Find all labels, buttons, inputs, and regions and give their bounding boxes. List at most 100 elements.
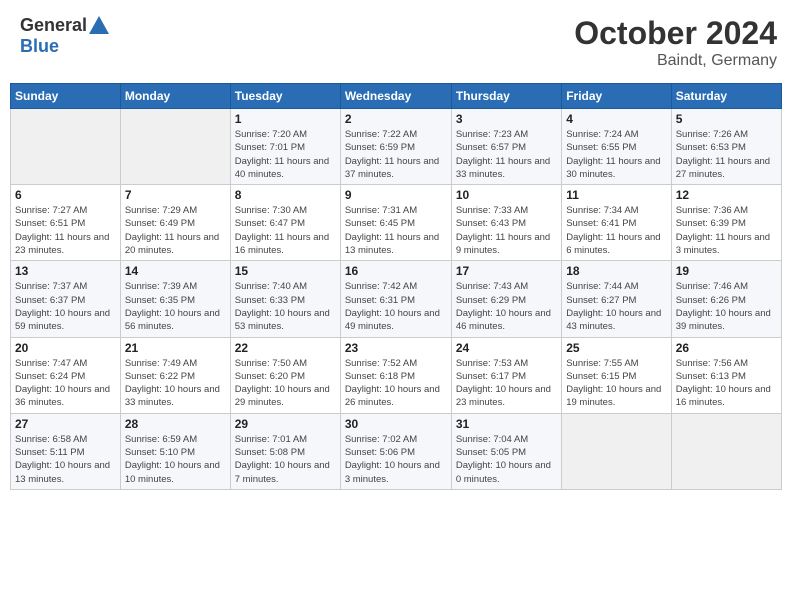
calendar-day-cell: 23 Sunrise: 7:52 AM Sunset: 6:18 PM Dayli… bbox=[340, 337, 451, 413]
calendar-day-cell: 24Sunrise: 7:53 AM Sunset: 6:17 PM Dayli… bbox=[451, 337, 561, 413]
day-number: 31 bbox=[456, 417, 557, 431]
day-info: Sunrise: 7:20 AM Sunset: 7:01 PM Dayligh… bbox=[235, 128, 336, 181]
day-info: Sunrise: 7:24 AM Sunset: 6:55 PM Dayligh… bbox=[566, 128, 666, 181]
day-number: 19 bbox=[676, 264, 777, 278]
day-number: 20 bbox=[15, 341, 116, 355]
day-info: Sunrise: 7:22 AM Sunset: 6:59 PM Dayligh… bbox=[345, 128, 447, 181]
day-number: 7 bbox=[125, 188, 226, 202]
calendar-day-cell: 25 Sunrise: 7:55 AM Sunset: 6:15 PM Dayli… bbox=[562, 337, 671, 413]
day-info: Sunrise: 7:29 AM Sunset: 6:49 PM Dayligh… bbox=[125, 204, 226, 257]
day-number: 18 bbox=[566, 264, 666, 278]
day-number: 22 bbox=[235, 341, 336, 355]
day-info: Sunrise: 7:02 AM Sunset: 5:06 PM Dayligh… bbox=[345, 433, 447, 486]
day-number: 15 bbox=[235, 264, 336, 278]
day-info: Sunrise: 7:49 AM Sunset: 6:22 PM Dayligh… bbox=[125, 357, 226, 410]
day-info: Sunrise: 7:01 AM Sunset: 5:08 PM Dayligh… bbox=[235, 433, 336, 486]
location-title: Baindt, Germany bbox=[574, 52, 777, 70]
weekday-header: Wednesday bbox=[340, 84, 451, 109]
day-info: Sunrise: 6:58 AM Sunset: 5:11 PM Dayligh… bbox=[15, 433, 116, 486]
day-info: Sunrise: 7:50 AM Sunset: 6:20 PM Dayligh… bbox=[235, 357, 336, 410]
day-info: Sunrise: 7:04 AM Sunset: 5:05 PM Dayligh… bbox=[456, 433, 557, 486]
day-number: 24 bbox=[456, 341, 557, 355]
day-number: 14 bbox=[125, 264, 226, 278]
logo-icon bbox=[89, 16, 109, 34]
day-info: Sunrise: 7:40 AM Sunset: 6:33 PM Dayligh… bbox=[235, 280, 336, 333]
calendar-week-row: 13 Sunrise: 7:37 AM Sunset: 6:37 PM Dayli… bbox=[11, 261, 782, 337]
day-info: Sunrise: 7:42 AM Sunset: 6:31 PM Dayligh… bbox=[345, 280, 447, 333]
day-info: Sunrise: 7:46 AM Sunset: 6:26 PM Dayligh… bbox=[676, 280, 777, 333]
calendar-day-cell: 10Sunrise: 7:33 AM Sunset: 6:43 PM Dayli… bbox=[451, 185, 561, 261]
day-number: 26 bbox=[676, 341, 777, 355]
day-info: Sunrise: 7:31 AM Sunset: 6:45 PM Dayligh… bbox=[345, 204, 447, 257]
day-info: Sunrise: 7:33 AM Sunset: 6:43 PM Dayligh… bbox=[456, 204, 557, 257]
calendar-day-cell: 27Sunrise: 6:58 AM Sunset: 5:11 PM Dayli… bbox=[11, 413, 121, 489]
calendar-table: SundayMondayTuesdayWednesdayThursdayFrid… bbox=[10, 83, 782, 490]
day-info: Sunrise: 7:44 AM Sunset: 6:27 PM Dayligh… bbox=[566, 280, 666, 333]
day-info: Sunrise: 7:23 AM Sunset: 6:57 PM Dayligh… bbox=[456, 128, 557, 181]
day-info: Sunrise: 6:59 AM Sunset: 5:10 PM Dayligh… bbox=[125, 433, 226, 486]
day-number: 2 bbox=[345, 112, 447, 126]
calendar-day-cell: 13 Sunrise: 7:37 AM Sunset: 6:37 PM Dayli… bbox=[11, 261, 121, 337]
calendar-day-cell bbox=[562, 413, 671, 489]
day-number: 29 bbox=[235, 417, 336, 431]
weekday-header: Sunday bbox=[11, 84, 121, 109]
calendar-day-cell: 14 Sunrise: 7:39 AM Sunset: 6:35 PM Dayli… bbox=[120, 261, 230, 337]
calendar-day-cell: 17Sunrise: 7:43 AM Sunset: 6:29 PM Dayli… bbox=[451, 261, 561, 337]
day-info: Sunrise: 7:55 AM Sunset: 6:15 PM Dayligh… bbox=[566, 357, 666, 410]
day-number: 8 bbox=[235, 188, 336, 202]
calendar-day-cell: 3Sunrise: 7:23 AM Sunset: 6:57 PM Daylig… bbox=[451, 109, 561, 185]
calendar-day-cell: 8 Sunrise: 7:30 AM Sunset: 6:47 PM Daylig… bbox=[230, 185, 340, 261]
day-number: 1 bbox=[235, 112, 336, 126]
calendar-day-cell: 29 Sunrise: 7:01 AM Sunset: 5:08 PM Dayli… bbox=[230, 413, 340, 489]
day-info: Sunrise: 7:39 AM Sunset: 6:35 PM Dayligh… bbox=[125, 280, 226, 333]
day-info: Sunrise: 7:34 AM Sunset: 6:41 PM Dayligh… bbox=[566, 204, 666, 257]
day-number: 12 bbox=[676, 188, 777, 202]
calendar-day-cell: 12 Sunrise: 7:36 AM Sunset: 6:39 PM Dayli… bbox=[671, 185, 781, 261]
calendar-day-cell: 19 Sunrise: 7:46 AM Sunset: 6:26 PM Dayli… bbox=[671, 261, 781, 337]
calendar-week-row: 27Sunrise: 6:58 AM Sunset: 5:11 PM Dayli… bbox=[11, 413, 782, 489]
day-info: Sunrise: 7:30 AM Sunset: 6:47 PM Dayligh… bbox=[235, 204, 336, 257]
day-number: 4 bbox=[566, 112, 666, 126]
calendar-day-cell: 15 Sunrise: 7:40 AM Sunset: 6:33 PM Dayli… bbox=[230, 261, 340, 337]
logo: General Blue bbox=[20, 15, 109, 57]
calendar-day-cell: 30 Sunrise: 7:02 AM Sunset: 5:06 PM Dayli… bbox=[340, 413, 451, 489]
month-title: October 2024 bbox=[574, 15, 777, 52]
title-block: October 2024 Baindt, Germany bbox=[574, 15, 777, 70]
calendar-header-row: SundayMondayTuesdayWednesdayThursdayFrid… bbox=[11, 84, 782, 109]
calendar-day-cell: 28Sunrise: 6:59 AM Sunset: 5:10 PM Dayli… bbox=[120, 413, 230, 489]
calendar-day-cell: 26Sunrise: 7:56 AM Sunset: 6:13 PM Dayli… bbox=[671, 337, 781, 413]
calendar-week-row: 20 Sunrise: 7:47 AM Sunset: 6:24 PM Dayli… bbox=[11, 337, 782, 413]
weekday-header: Monday bbox=[120, 84, 230, 109]
calendar-day-cell: 2 Sunrise: 7:22 AM Sunset: 6:59 PM Daylig… bbox=[340, 109, 451, 185]
day-number: 21 bbox=[125, 341, 226, 355]
day-info: Sunrise: 7:37 AM Sunset: 6:37 PM Dayligh… bbox=[15, 280, 116, 333]
calendar-day-cell: 5Sunrise: 7:26 AM Sunset: 6:53 PM Daylig… bbox=[671, 109, 781, 185]
weekday-header: Thursday bbox=[451, 84, 561, 109]
calendar-day-cell: 16Sunrise: 7:42 AM Sunset: 6:31 PM Dayli… bbox=[340, 261, 451, 337]
calendar-day-cell bbox=[11, 109, 121, 185]
calendar-day-cell: 4 Sunrise: 7:24 AM Sunset: 6:55 PM Daylig… bbox=[562, 109, 671, 185]
calendar-day-cell bbox=[671, 413, 781, 489]
calendar-day-cell: 7 Sunrise: 7:29 AM Sunset: 6:49 PM Daylig… bbox=[120, 185, 230, 261]
weekday-header: Saturday bbox=[671, 84, 781, 109]
calendar-day-cell: 11Sunrise: 7:34 AM Sunset: 6:41 PM Dayli… bbox=[562, 185, 671, 261]
page-header: General Blue October 2024 Baindt, German… bbox=[10, 10, 782, 75]
day-info: Sunrise: 7:52 AM Sunset: 6:18 PM Dayligh… bbox=[345, 357, 447, 410]
day-info: Sunrise: 7:43 AM Sunset: 6:29 PM Dayligh… bbox=[456, 280, 557, 333]
calendar-day-cell: 31 Sunrise: 7:04 AM Sunset: 5:05 PM Dayli… bbox=[451, 413, 561, 489]
calendar-day-cell: 1 Sunrise: 7:20 AM Sunset: 7:01 PM Daylig… bbox=[230, 109, 340, 185]
calendar-day-cell: 22 Sunrise: 7:50 AM Sunset: 6:20 PM Dayli… bbox=[230, 337, 340, 413]
calendar-day-cell: 6Sunrise: 7:27 AM Sunset: 6:51 PM Daylig… bbox=[11, 185, 121, 261]
day-info: Sunrise: 7:47 AM Sunset: 6:24 PM Dayligh… bbox=[15, 357, 116, 410]
calendar-day-cell: 21 Sunrise: 7:49 AM Sunset: 6:22 PM Dayli… bbox=[120, 337, 230, 413]
day-info: Sunrise: 7:27 AM Sunset: 6:51 PM Dayligh… bbox=[15, 204, 116, 257]
day-number: 23 bbox=[345, 341, 447, 355]
logo-general-text: General bbox=[20, 15, 87, 36]
day-number: 13 bbox=[15, 264, 116, 278]
day-number: 25 bbox=[566, 341, 666, 355]
logo-blue-text: Blue bbox=[20, 36, 59, 56]
weekday-header: Tuesday bbox=[230, 84, 340, 109]
day-number: 5 bbox=[676, 112, 777, 126]
day-info: Sunrise: 7:36 AM Sunset: 6:39 PM Dayligh… bbox=[676, 204, 777, 257]
day-number: 30 bbox=[345, 417, 447, 431]
